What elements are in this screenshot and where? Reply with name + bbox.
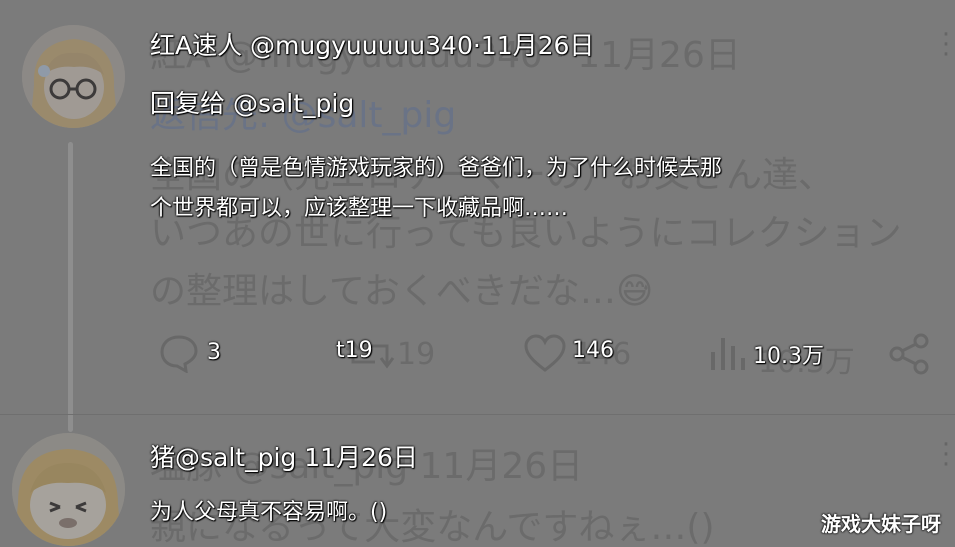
post-body-line: 个世界都可以，应该整理一下收藏品啊…… bbox=[150, 196, 569, 221]
heart-icon bbox=[524, 334, 566, 372]
avatar[interactable] bbox=[12, 433, 125, 546]
avatar[interactable] bbox=[22, 25, 125, 128]
more-options-icon[interactable]: · · · bbox=[940, 22, 952, 68]
reply-to[interactable]: 回复给 @salt_pig bbox=[150, 84, 354, 120]
thread-line bbox=[68, 142, 73, 432]
views-count: 10.3万 bbox=[753, 344, 824, 369]
avatar-illustration bbox=[12, 433, 125, 546]
ghost-retweet-count: 19 bbox=[397, 337, 436, 372]
post-body-line: 全国的（曾是色情游戏玩家的）爸爸们，为了什么时候去那 bbox=[150, 156, 723, 181]
reply-count: 3 bbox=[207, 340, 221, 365]
bar-chart-icon bbox=[711, 338, 745, 370]
more-options-icon[interactable]: · · · bbox=[940, 432, 952, 478]
reply-icon bbox=[160, 335, 198, 373]
share-icon[interactable] bbox=[887, 332, 931, 376]
post-header: 猪@salt_pig 11月26日 bbox=[150, 443, 418, 472]
post-header: 红A速人 @mugyuuuuu340·11月26日 bbox=[150, 31, 595, 60]
avatar-illustration bbox=[22, 25, 125, 128]
retweet-count: t19 bbox=[336, 338, 373, 363]
like-count: 146 bbox=[572, 338, 614, 363]
post-body-line: 为人父母真不容易啊。() bbox=[150, 500, 388, 525]
divider bbox=[0, 414, 955, 415]
ghost-body-line: の整理はしておくべきだな…😅 bbox=[150, 271, 654, 312]
watermark: 游戏大妹子呀 bbox=[821, 512, 941, 536]
